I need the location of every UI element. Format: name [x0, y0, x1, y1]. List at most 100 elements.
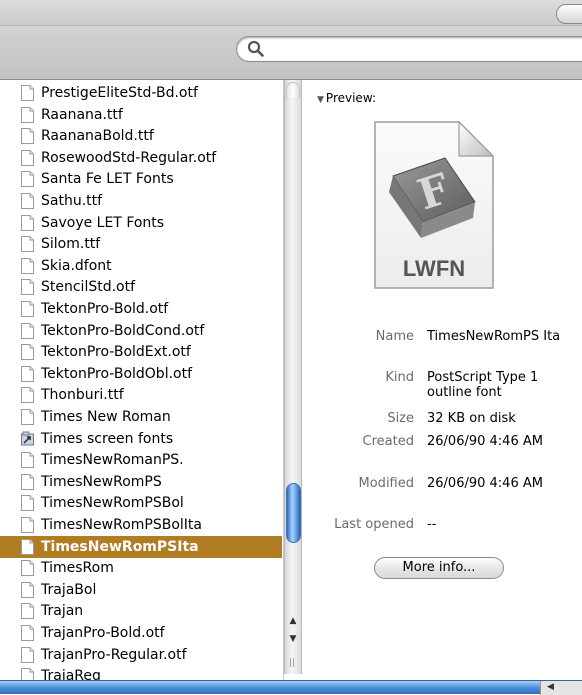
info-value-size: 32 KB on disk [427, 411, 516, 426]
file-row[interactable]: TektonPro-Bold.otf [0, 298, 282, 320]
file-row[interactable]: TektonPro-BoldCond.otf [0, 320, 282, 342]
info-key-name: Name [375, 329, 414, 344]
file-row[interactable]: StencilStd.otf [0, 276, 282, 298]
alias-folder-icon [21, 431, 34, 446]
file-label: PrestigeEliteStd-Bd.otf [41, 85, 198, 101]
file-label: TrajanPro-Regular.otf [41, 646, 187, 663]
document-icon [21, 668, 34, 680]
scroll-down-arrow-icon[interactable]: ▼ [287, 632, 299, 646]
file-row[interactable]: TimesNewRomanPS. [0, 449, 282, 471]
file-row[interactable]: RosewoodStd-Regular.otf [0, 147, 282, 169]
file-label: TimesNewRomPSBol [41, 495, 184, 512]
window-toolbar [0, 0, 582, 80]
file-row[interactable]: TrajanPro-Regular.otf [0, 644, 282, 666]
document-icon [21, 560, 34, 577]
info-key-created: Created [362, 434, 414, 449]
file-row[interactable]: TimesRom [0, 557, 282, 579]
info-key-last-opened: Last opened [334, 517, 414, 532]
search-field[interactable] [236, 36, 582, 62]
info-value-last-opened: -- [427, 517, 437, 532]
font-file-icon: F LWFN [374, 120, 495, 289]
file-row-selected[interactable]: TimesNewRomPSIta [0, 535, 282, 558]
file-label: TektonPro-BoldExt.otf [41, 344, 191, 361]
file-row[interactable]: TrajaReg [0, 665, 282, 680]
info-key-size: Size [387, 411, 414, 426]
preview-header[interactable]: ▼ Preview: [317, 91, 376, 107]
document-icon [21, 473, 34, 490]
file-label: Thonburi.ttf [41, 387, 124, 404]
file-label: Times screen fonts [41, 430, 174, 447]
toolbar-toggle-button[interactable] [556, 4, 582, 24]
file-label: Times New Roman [41, 409, 171, 425]
document-icon [21, 214, 34, 231]
scroll-up-arrow-icon[interactable]: ▲ [287, 614, 299, 628]
info-value-name: TimesNewRomPS Ita [427, 329, 561, 344]
scroll-left-arrow-icon[interactable]: ◀ [547, 681, 554, 694]
file-row[interactable]: TektonPro-BoldObl.otf [0, 363, 282, 385]
document-icon [21, 106, 34, 123]
document-icon [21, 646, 34, 663]
search-icon [247, 40, 264, 57]
file-label: TimesRom [41, 560, 114, 577]
horizontal-scrollbar[interactable]: ◀ [0, 680, 582, 695]
info-value-modified: 26/06/90 4:46 AM [427, 476, 543, 491]
file-label: Sathu.ttf [41, 193, 103, 209]
document-icon [21, 603, 34, 620]
more-info-button[interactable]: More info... [374, 557, 504, 579]
file-row[interactable]: TrajaBol [0, 579, 282, 601]
resize-grip-icon[interactable]: || [289, 658, 295, 668]
file-row[interactable]: TimesNewRomPSBol [0, 492, 282, 514]
file-row[interactable]: RaananaBold.ttf [0, 125, 282, 147]
document-icon [21, 236, 34, 253]
file-row[interactable]: Silom.ttf [0, 233, 282, 255]
document-icon [21, 128, 34, 145]
document-icon [21, 409, 34, 425]
file-row[interactable]: TimesNewRomPS [0, 471, 282, 493]
document-icon [21, 257, 34, 274]
document-icon [21, 344, 34, 361]
document-icon [21, 538, 34, 555]
document-icon [21, 452, 34, 469]
file-label: StencilStd.otf [41, 279, 136, 296]
file-label: TrajaBol [41, 581, 97, 598]
file-row[interactable]: Sathu.ttf [0, 190, 282, 212]
file-row[interactable]: TrajanPro-Bold.otf [0, 622, 282, 644]
disclosure-triangle-icon[interactable]: ▼ [317, 93, 324, 107]
scrollbar-top-cap [286, 82, 300, 98]
file-label: Trajan [41, 603, 84, 620]
document-icon [21, 517, 34, 533]
file-label: TimesNewRomPS [41, 473, 162, 490]
file-label: TrajanPro-Bold.otf [41, 625, 165, 641]
file-label: TimesNewRomanPS. [41, 452, 184, 469]
document-icon [21, 625, 34, 641]
scrollbar-thumb[interactable] [286, 483, 301, 543]
file-row[interactable]: Santa Fe LET Fonts [0, 168, 282, 190]
file-row[interactable]: Thonburi.ttf [0, 384, 282, 406]
file-label: TimesNewRomPSIta [41, 538, 199, 555]
info-value-created: 26/06/90 4:46 AM [427, 434, 543, 449]
document-icon [21, 85, 34, 101]
document-icon [21, 279, 34, 296]
file-label: RaananaBold.ttf [41, 128, 154, 145]
preview-header-label: Preview: [325, 91, 377, 105]
file-row[interactable]: PrestigeEliteStd-Bd.otf [0, 82, 282, 104]
info-key-modified: Modified [358, 476, 414, 491]
file-row[interactable]: TimesNewRomPSBolIta [0, 514, 282, 536]
file-row[interactable]: Skia.dfont [0, 255, 282, 277]
file-label: Skia.dfont [41, 257, 112, 274]
file-label: TrajaReg [41, 668, 101, 680]
vertical-scrollbar[interactable]: ▲ ▼ || [284, 80, 302, 674]
file-row[interactable]: Times New Roman [0, 406, 282, 428]
document-icon [21, 171, 34, 188]
file-row[interactable]: Raanana.ttf [0, 104, 282, 126]
document-icon [21, 387, 34, 404]
file-row[interactable]: Trajan [0, 600, 282, 622]
horizontal-scroll-arrows[interactable]: ◀ [540, 681, 582, 695]
document-icon [21, 149, 34, 166]
file-list: PrestigeEliteStd-Bd.otf Raanana.ttf Raanan… [0, 80, 284, 680]
file-row[interactable]: Times screen fonts [0, 428, 282, 450]
file-row[interactable]: TektonPro-BoldExt.otf [0, 341, 282, 363]
file-row[interactable]: Savoye LET Fonts [0, 212, 282, 234]
file-label: TektonPro-Bold.otf [41, 301, 169, 317]
file-label: Silom.ttf [41, 236, 101, 253]
